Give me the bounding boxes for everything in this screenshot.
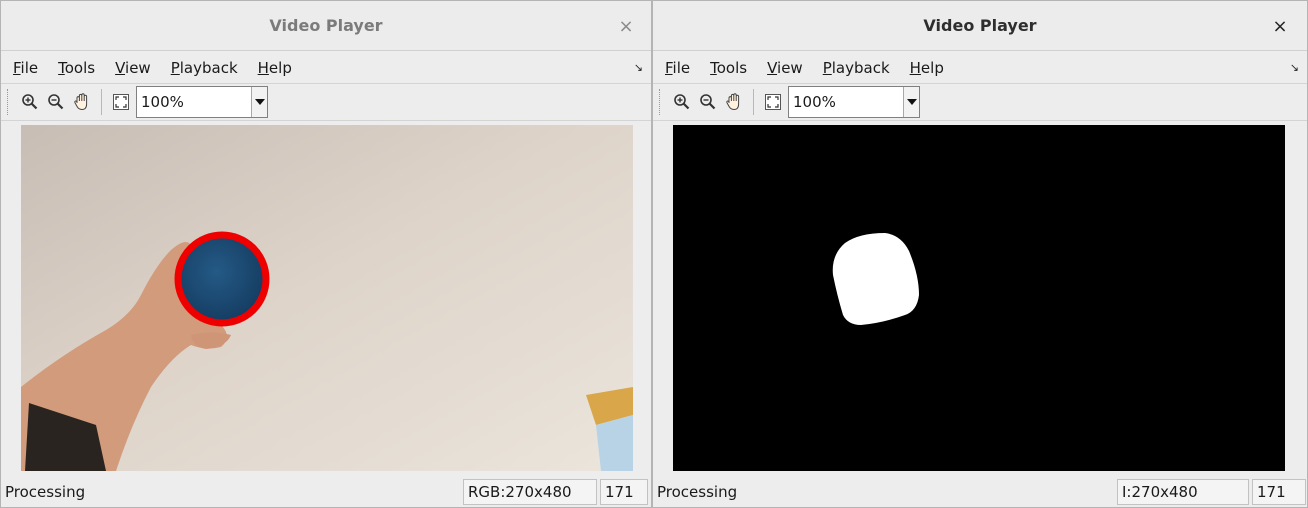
chevron-down-icon[interactable]	[251, 87, 267, 117]
zoom-in-icon[interactable]	[669, 88, 695, 116]
status-text: Processing	[5, 483, 86, 501]
video-frame-mask	[673, 125, 1285, 471]
window-title: Video Player	[923, 16, 1037, 35]
menu-bar: File Tools View Playback Help ↘	[1, 54, 651, 82]
status-bar: Processing RGB:270x480 171	[1, 476, 651, 507]
menu-playback[interactable]: Playback	[823, 59, 890, 77]
image-type-field: I:270x480	[1117, 479, 1249, 505]
close-icon[interactable]: ×	[1271, 16, 1289, 37]
toolbar: 100%	[1, 83, 651, 121]
binary-mask-image	[673, 125, 1285, 471]
menu-help[interactable]: Help	[910, 59, 944, 77]
menu-overflow-icon[interactable]: ↘	[1290, 61, 1299, 74]
toolbar-grip[interactable]	[7, 89, 9, 115]
toolbar-separator	[753, 89, 754, 115]
video-player-window-left: Video Player × File Tools View Playback …	[0, 0, 652, 508]
menu-overflow-icon[interactable]: ↘	[634, 61, 643, 74]
toolbar: 100%	[653, 83, 1307, 121]
frame-number-field: 171	[600, 479, 648, 505]
title-bar[interactable]: Video Player ×	[653, 1, 1307, 51]
image-type-field: RGB:270x480	[463, 479, 597, 505]
zoom-combobox[interactable]: 100%	[788, 86, 920, 118]
pan-hand-icon[interactable]	[721, 88, 747, 116]
zoom-value[interactable]: 100%	[137, 93, 251, 111]
menu-tools[interactable]: Tools	[58, 59, 95, 77]
fit-to-window-icon[interactable]	[108, 88, 134, 116]
video-frame-rgb	[21, 125, 633, 471]
menu-bar: File Tools View Playback Help ↘	[653, 54, 1307, 82]
pan-hand-icon[interactable]	[69, 88, 95, 116]
status-bar: Processing I:270x480 171	[653, 476, 1307, 507]
mask-blob	[832, 233, 919, 325]
menu-help[interactable]: Help	[258, 59, 292, 77]
toolbar-separator	[101, 89, 102, 115]
close-icon[interactable]: ×	[617, 16, 635, 37]
zoom-in-icon[interactable]	[17, 88, 43, 116]
frame-number-field: 171	[1252, 479, 1306, 505]
zoom-value[interactable]: 100%	[789, 93, 903, 111]
chevron-down-icon[interactable]	[903, 87, 919, 117]
zoom-out-icon[interactable]	[695, 88, 721, 116]
fit-to-window-icon[interactable]	[760, 88, 786, 116]
video-player-window-right: Video Player × File Tools View Playback …	[652, 0, 1308, 508]
toolbar-grip[interactable]	[659, 89, 661, 115]
zoom-combobox[interactable]: 100%	[136, 86, 268, 118]
menu-file[interactable]: File	[665, 59, 690, 77]
menu-file[interactable]: File	[13, 59, 38, 77]
menu-tools[interactable]: Tools	[710, 59, 747, 77]
title-bar[interactable]: Video Player ×	[1, 1, 651, 51]
menu-view[interactable]: View	[115, 59, 151, 77]
menu-playback[interactable]: Playback	[171, 59, 238, 77]
window-title: Video Player	[269, 16, 383, 35]
menu-view[interactable]: View	[767, 59, 803, 77]
rgb-frame-image	[21, 125, 633, 471]
zoom-out-icon[interactable]	[43, 88, 69, 116]
status-text: Processing	[657, 483, 738, 501]
